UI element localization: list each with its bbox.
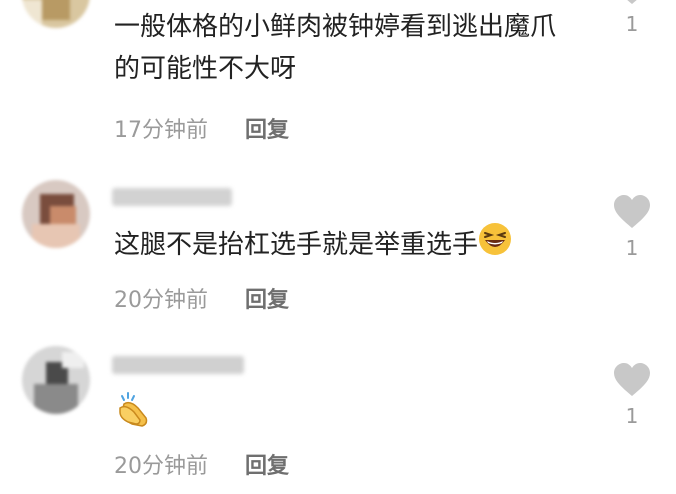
comment-text-content: 这腿不是抬杠选手就是举重选手 [114, 230, 479, 260]
avatar[interactable] [22, 346, 90, 414]
comment-text: 一般体格的小鲜肉被钟婷看到逃出魔爪的可能性不大呀 [114, 12, 557, 84]
reply-button[interactable]: 回复 [245, 118, 289, 143]
comment-text: 这腿不是抬杠选手就是举重选手 [114, 222, 576, 269]
heart-icon [627, 0, 637, 4]
avatar[interactable] [22, 180, 90, 248]
grinning-squinting-face-emoji [478, 222, 512, 269]
avatar[interactable] [22, 0, 90, 28]
reply-button[interactable]: 回复 [245, 454, 289, 479]
comment-meta: 17分钟前 回复 [114, 112, 289, 144]
comment-item: 一般体格的小鲜肉被钟婷看到逃出魔爪的可能性不大呀 17分钟前 回复 1 [0, 0, 676, 160]
comment-meta: 20分钟前 回复 [114, 282, 289, 314]
comment-meta: 20分钟前 回复 [114, 448, 289, 480]
clapping-hands-emoji [114, 390, 152, 441]
like-count: 1 [625, 404, 639, 428]
comment-time: 20分钟前 [114, 454, 208, 479]
like-button[interactable]: 1 [606, 362, 658, 428]
heart-icon [614, 363, 650, 396]
comment-time: 17分钟前 [114, 118, 208, 143]
like-count: 1 [625, 12, 639, 36]
comment-item: 20分钟前 回复 1 [0, 340, 676, 494]
reply-button[interactable]: 回复 [245, 288, 289, 313]
like-count: 1 [625, 236, 639, 260]
like-button[interactable]: 1 [606, 0, 658, 36]
comment-time: 20分钟前 [114, 288, 208, 313]
comment-text [114, 390, 576, 441]
like-button[interactable]: 1 [606, 194, 658, 260]
username[interactable] [112, 356, 244, 374]
comment-item: 这腿不是抬杠选手就是举重选手 20分钟前 回复 1 [0, 172, 676, 322]
heart-icon [614, 195, 650, 228]
username[interactable] [112, 188, 232, 206]
